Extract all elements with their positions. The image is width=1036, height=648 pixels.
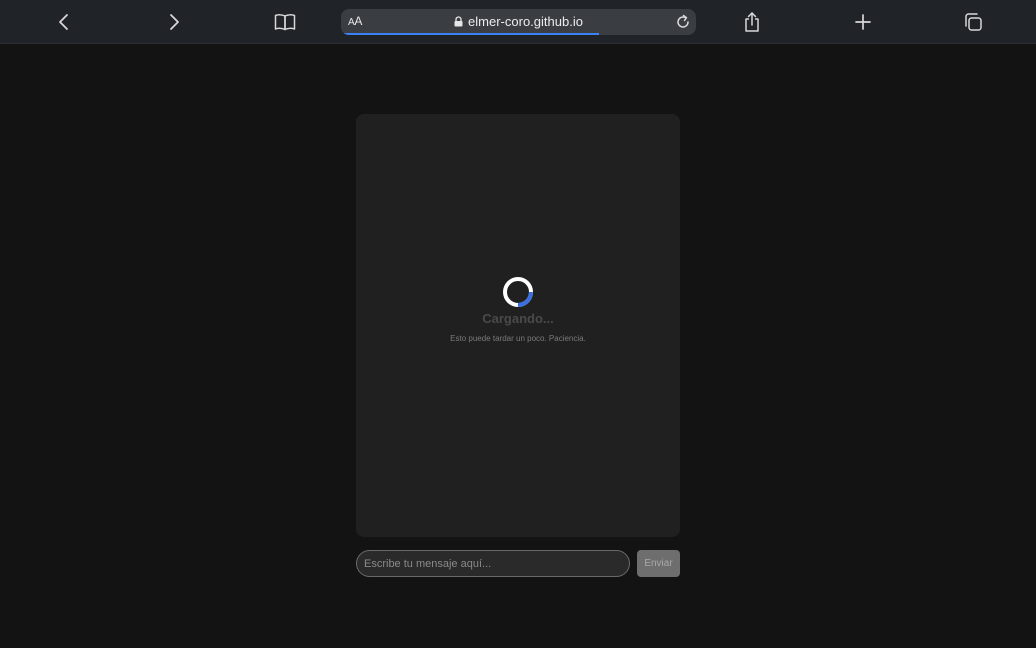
chat-panel: Cargando... Esto puede tardar un poco. P…: [356, 114, 680, 537]
chevron-left-icon: [59, 14, 68, 30]
reload-icon[interactable]: [674, 13, 692, 31]
bookmarks-button[interactable]: [270, 7, 300, 37]
tabs-overview-icon: [965, 13, 982, 31]
address-bar[interactable]: AA elmer-coro.github.io: [341, 9, 696, 35]
tabs-overview-button[interactable]: [958, 7, 988, 37]
browser-toolbar: AA elmer-coro.github.io: [0, 0, 1036, 44]
message-input[interactable]: [356, 550, 630, 577]
url-text: elmer-coro.github.io: [468, 14, 583, 29]
plus-icon: [855, 14, 871, 30]
share-button[interactable]: [737, 7, 767, 37]
loading-subtitle: Esto puede tardar un poco. Paciencia.: [450, 334, 586, 343]
back-button[interactable]: [49, 7, 79, 37]
loading-spinner-icon: [503, 277, 533, 307]
chevron-right-icon: [170, 14, 179, 30]
forward-button[interactable]: [159, 7, 189, 37]
open-book-icon: [274, 14, 296, 31]
page-load-progress: [343, 33, 599, 35]
share-icon: [745, 12, 759, 32]
url-display[interactable]: elmer-coro.github.io: [341, 14, 696, 29]
send-button[interactable]: Enviar: [637, 550, 680, 577]
lock-icon: [454, 16, 463, 27]
new-tab-button[interactable]: [848, 7, 878, 37]
loading-title: Cargando...: [482, 311, 554, 326]
